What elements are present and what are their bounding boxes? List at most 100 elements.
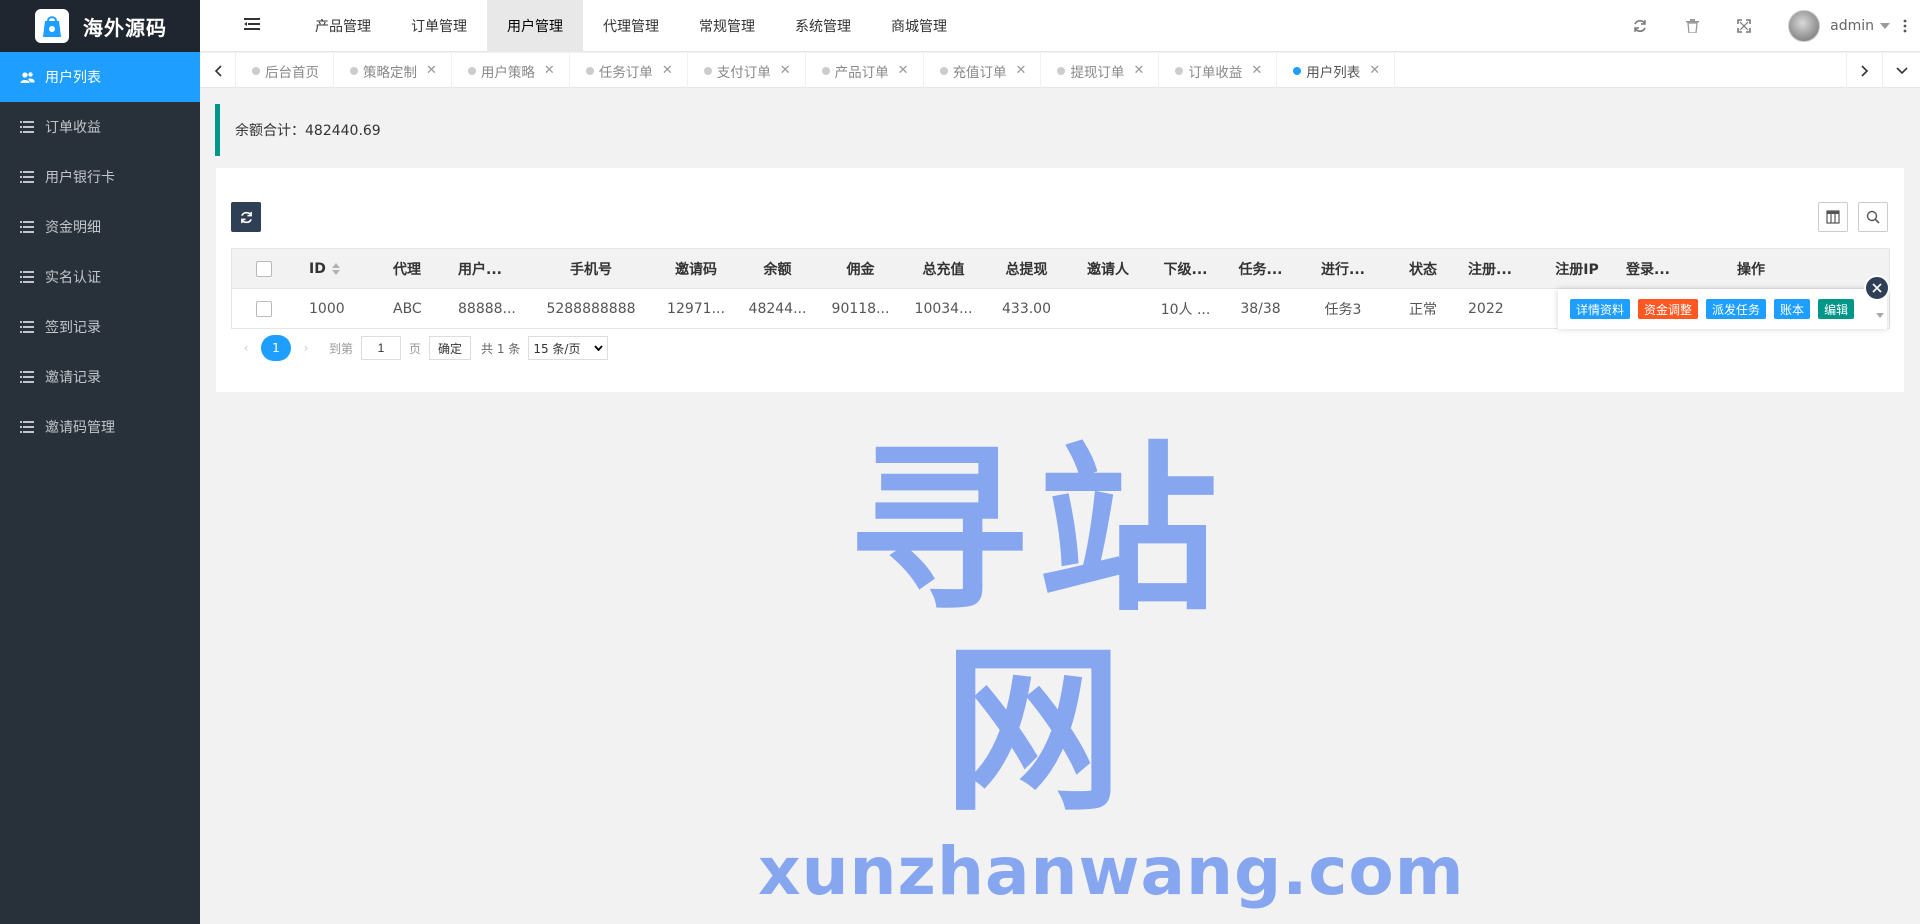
sidebar-item-6[interactable]: 邀请记录 [0,352,200,402]
tab-close-icon[interactable]: ✕ [662,63,673,78]
users-icon [20,71,38,84]
tab-close-icon[interactable]: ✕ [780,63,791,78]
more-vertical-icon[interactable] [1890,0,1920,52]
tab-close-icon[interactable]: ✕ [426,63,437,78]
header-invite-code: 邀请码 [675,261,717,278]
refresh-icon[interactable] [1614,0,1666,52]
tab-0[interactable]: 后台首页 [236,53,334,88]
topnav-item-4[interactable]: 常规管理 [679,0,775,52]
table-refresh-button[interactable] [231,202,261,232]
tab-6[interactable]: 充值订单 ✕ [924,53,1042,88]
row-checkbox[interactable] [232,300,296,317]
tab-1[interactable]: 策略定制 ✕ [334,53,452,88]
tab-close-icon[interactable]: ✕ [1016,63,1027,78]
balance-summary: 余额合计：482440.69 [215,104,1905,156]
header-task: 任务... [1238,261,1283,278]
tab-label: 用户列表 [1306,64,1361,81]
menu-toggle-icon[interactable] [242,14,262,34]
header-status: 状态 [1409,261,1437,278]
tab-dot-icon [1057,66,1066,75]
tabs-menu-chevron-down-icon[interactable] [1882,53,1920,88]
cell-agent: ABC [393,300,422,317]
page-size-select[interactable]: 15 条/页 [528,336,609,360]
close-icon[interactable] [1864,275,1890,301]
row-actions-popup: 详情资料 资金调整 派发任务 账本 编辑 [1558,289,1887,329]
user-table-card: ID 代理 用户... 手机号 邀请码 余额 佣金 总充值 总提现 邀请人 下级… [216,168,1904,392]
cell-register: 2022 [1468,300,1504,317]
cell-balance: 48244... [748,300,807,317]
tab-label: 后台首页 [265,64,319,81]
dispatch-task-button[interactable]: 派发任务 [1706,299,1767,319]
header-recharge: 总充值 [922,261,965,278]
total-count: 共 1 条 [481,341,521,356]
topnav-item-2[interactable]: 用户管理 [487,0,583,52]
header-withdraw: 总提现 [1005,261,1048,278]
tab-dot-icon [1175,66,1184,75]
cell-subordinate: 10人 ... [1160,301,1211,318]
topnav-item-6[interactable]: 商城管理 [871,0,967,52]
header-commission: 佣金 [846,261,875,278]
tab-9[interactable]: 用户列表 ✕ [1277,53,1396,88]
tab-2[interactable]: 用户策略 ✕ [452,53,570,88]
tab-dot-icon [703,66,712,75]
list-icon [20,371,38,383]
tab-close-icon[interactable]: ✕ [1369,63,1380,78]
sidebar-item-7[interactable]: 邀请码管理 [0,402,200,452]
brand-name: 海外源码 [83,15,167,40]
tab-label: 用户策略 [480,64,535,81]
topnav-item-1[interactable]: 订单管理 [391,0,487,52]
tab-5[interactable]: 产品订单 ✕ [806,53,924,88]
next-page-icon[interactable]: › [291,341,321,355]
cell-invite-code: 12971... [667,300,725,317]
user-menu[interactable]: admin [1830,18,1890,34]
sidebar-item-label: 用户列表 [45,70,101,86]
goto-label: 到第 [329,341,354,356]
sidebar-item-2[interactable]: 用户银行卡 [0,152,200,202]
tab-8[interactable]: 订单收益 ✕ [1159,53,1278,88]
tab-close-icon[interactable]: ✕ [1133,63,1144,78]
header-id[interactable]: ID [296,261,376,277]
fund-adjust-button[interactable]: 资金调整 [1638,299,1699,319]
tabs-scroll-left-icon[interactable] [200,53,236,88]
tab-close-icon[interactable]: ✕ [544,63,555,78]
tab-label: 充值订单 [952,64,1007,81]
avatar[interactable] [1788,10,1821,42]
select-all-checkbox[interactable] [232,260,296,277]
pagination: ‹ 1 › 到第 页 确定 共 1 条 15 条/页 [231,334,609,362]
tab-7[interactable]: 提现订单 ✕ [1041,53,1160,88]
page-input[interactable] [361,336,402,360]
list-icon [20,121,38,133]
page-current[interactable]: 1 [261,335,291,361]
edit-button[interactable]: 编辑 [1818,299,1855,319]
tab-close-icon[interactable]: ✕ [1251,63,1262,78]
tab-4[interactable]: 支付订单 ✕ [688,53,806,88]
chevron-down-icon [594,345,603,351]
columns-filter-icon[interactable] [1818,202,1848,232]
trash-icon[interactable] [1666,0,1718,52]
tab-label: 产品订单 [834,64,889,81]
fullscreen-icon[interactable] [1718,0,1770,52]
sidebar: 海外源码 用户列表订单收益 用户银行卡 资金明细 实名认证 签到记录 邀请记录 邀请码管理 [0,0,200,924]
tabs-scroll-right-icon[interactable] [1846,53,1882,88]
details-button[interactable]: 详情资料 [1570,299,1631,319]
tab-3[interactable]: 任务订单 ✕ [570,53,688,88]
sidebar-item-0[interactable]: 用户列表 [0,52,200,102]
tab-dot-icon [939,66,948,75]
topnav-item-5[interactable]: 系统管理 [775,0,871,52]
prev-page-icon[interactable]: ‹ [231,341,261,355]
topnav-item-3[interactable]: 代理管理 [583,0,679,52]
tab-label: 策略定制 [363,64,417,81]
search-icon[interactable] [1858,202,1888,232]
scroll-down-icon[interactable] [1875,309,1885,323]
sidebar-item-5[interactable]: 签到记录 [0,302,200,352]
topnav-item-0[interactable]: 产品管理 [295,0,391,52]
header-tools: admin [1614,0,1920,52]
tab-close-icon[interactable]: ✕ [898,63,909,78]
list-icon [20,321,38,333]
confirm-page-button[interactable]: 确定 [429,336,472,360]
ledger-button[interactable]: 账本 [1774,299,1811,319]
sort-icon[interactable] [331,262,340,275]
sidebar-item-1[interactable]: 订单收益 [0,102,200,152]
sidebar-item-3[interactable]: 资金明细 [0,202,200,252]
sidebar-item-4[interactable]: 实名认证 [0,252,200,302]
